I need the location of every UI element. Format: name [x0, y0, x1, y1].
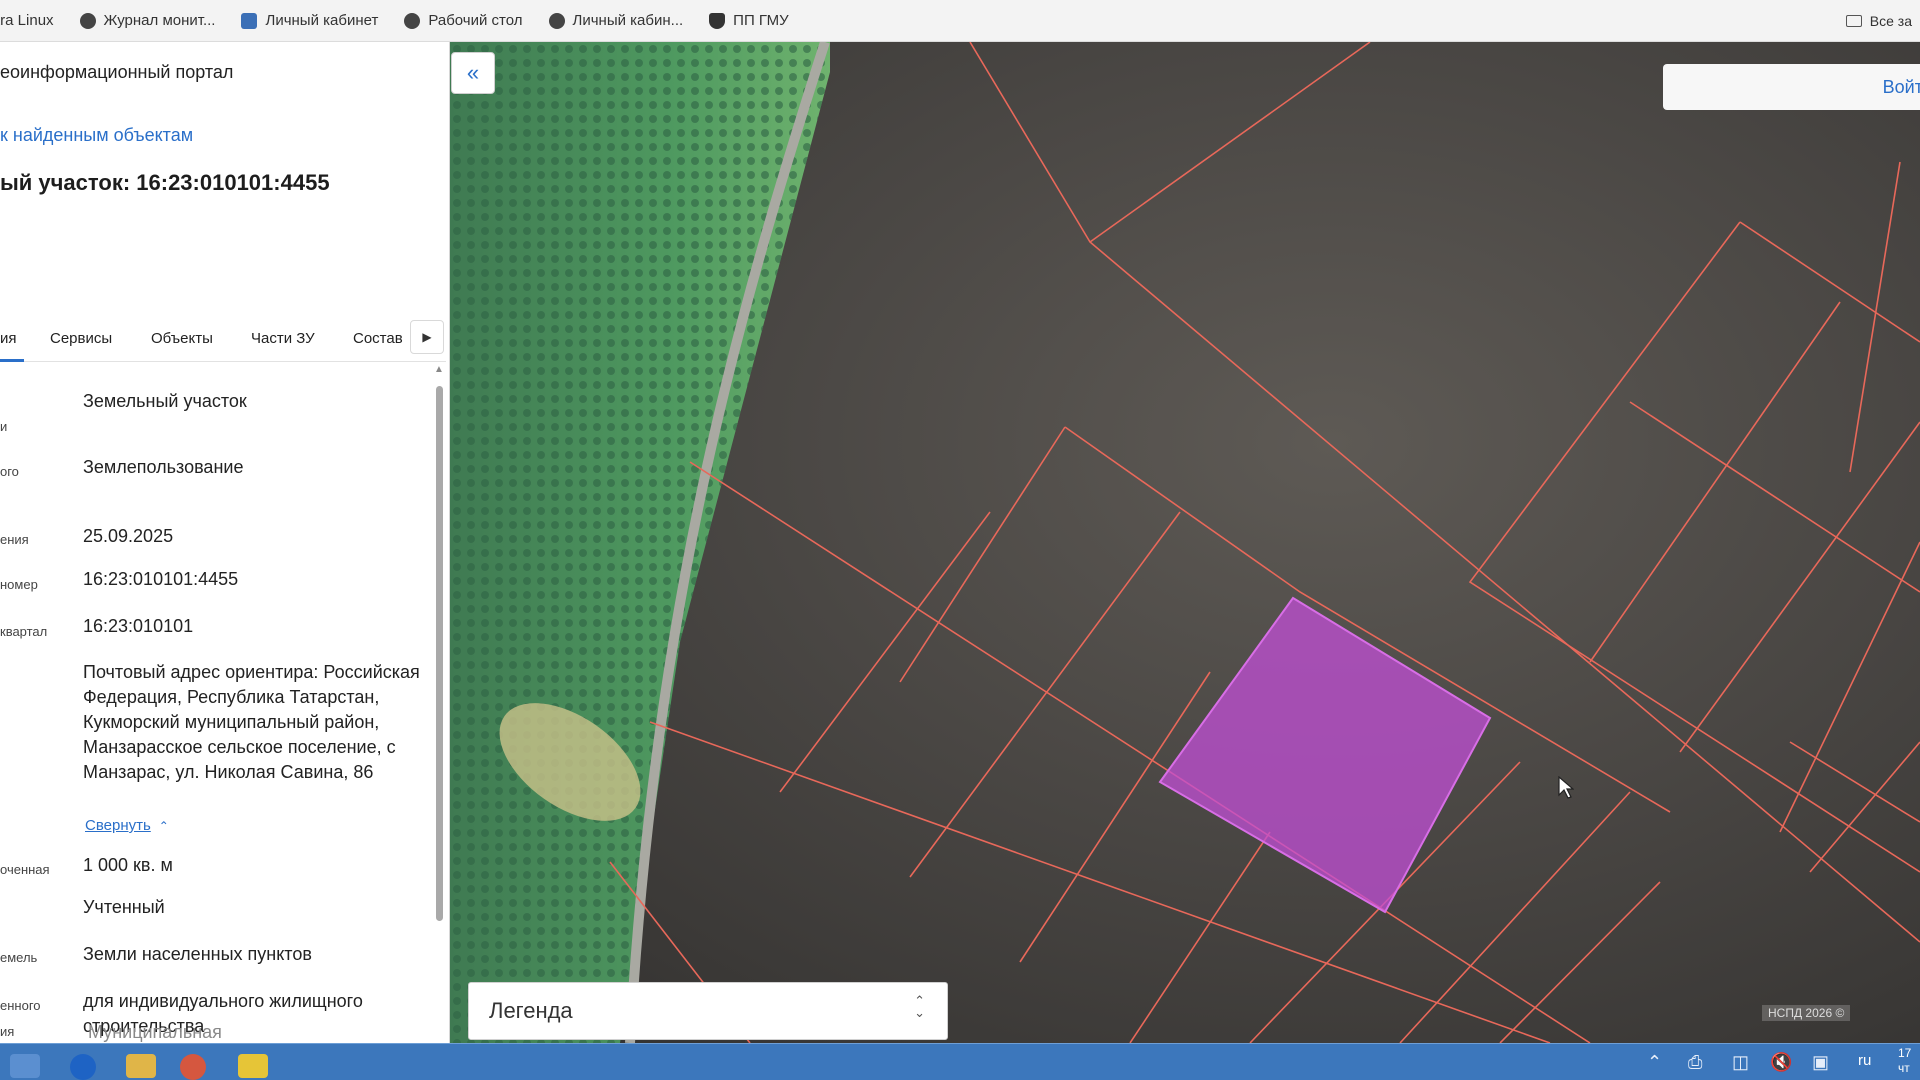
bookmarks-bar: tra Linux Журнал монит... Личный кабинет…: [0, 0, 1920, 42]
back-to-results-link[interactable]: к найденным объектам: [0, 125, 193, 146]
globe-icon: [79, 12, 96, 29]
globe-icon: [548, 12, 565, 29]
bookmark-label: Рабочий стол: [428, 12, 523, 29]
parcel-title: ый участок: 16:23:010101:4455: [0, 170, 330, 195]
property-label: номер: [0, 577, 38, 592]
bookmark-label: Личный кабин...: [572, 12, 684, 29]
up-down-chevron-icon: ⌃ ⌄: [914, 993, 925, 1020]
taskbar: ⌃ ⎙ ◫ 🔇 ▣: [0, 1043, 1920, 1080]
property-label: и: [0, 419, 8, 434]
panel-scrollbar[interactable]: [436, 386, 443, 921]
cadastral-parcels-layer: [609, 42, 1920, 1043]
emblem-icon: [241, 12, 258, 29]
chevron-up-icon[interactable]: ⌃: [1647, 1052, 1662, 1073]
browser-icon[interactable]: [70, 1054, 96, 1080]
bookmark-astra-linux[interactable]: tra Linux: [0, 12, 54, 29]
clock-time: 17: [1898, 1046, 1912, 1060]
bookmark-personal-cabinet[interactable]: Личный кабинет: [241, 12, 378, 29]
cadastral-number-value: 16:23:010101:4455: [83, 569, 239, 589]
property-value: 25.09.2025: [83, 526, 174, 546]
all-bookmarks-label: Все за: [1869, 13, 1912, 29]
property-label: квартал: [0, 624, 48, 639]
info-tabs: ия Сервисы Объекты Части ЗУ Состав ▶: [0, 312, 446, 362]
shield-icon: [709, 12, 726, 29]
bookmark-desktop[interactable]: Рабочий стол: [404, 12, 523, 29]
bookmark-pp-gmu[interactable]: ПП ГМУ: [709, 12, 789, 29]
collapse-panel-button[interactable]: «: [451, 52, 495, 94]
properties-list: и Земельный участок ого Землепользование…: [0, 362, 440, 1042]
property-label: енного: [0, 998, 41, 1013]
clock[interactable]: 17 чт: [1898, 1046, 1911, 1076]
ownership-value: Муниципальная: [88, 1022, 222, 1042]
login-label: Войти: [1882, 76, 1920, 97]
volume-muted-icon[interactable]: 🔇: [1770, 1052, 1792, 1073]
legend-label: Легенда: [489, 998, 573, 1023]
tab-parts[interactable]: Части ЗУ: [251, 330, 315, 347]
property-value: Земельный участок: [83, 391, 247, 411]
collapse-address-link[interactable]: Свернуть ⌃: [85, 817, 169, 834]
property-label: ия: [0, 1024, 15, 1039]
tab-info[interactable]: ия: [0, 330, 17, 347]
bookmark-label: tra Linux: [0, 12, 54, 29]
mouse-cursor-icon: [1558, 776, 1574, 799]
app-icon[interactable]: [180, 1054, 206, 1080]
globe-icon: [404, 12, 421, 29]
tab-services[interactable]: Сервисы: [50, 330, 112, 347]
double-chevron-left-icon: «: [466, 60, 480, 85]
login-button[interactable]: Войти: [1663, 64, 1920, 110]
property-label: ения: [0, 532, 29, 547]
scroll-up-arrow[interactable]: ▲: [434, 364, 444, 375]
legend-dropdown[interactable]: Легенда ⌃ ⌄: [468, 982, 948, 1040]
archive-icon[interactable]: [238, 1054, 268, 1078]
property-label: емель: [0, 950, 38, 965]
tab-objects[interactable]: Объекты: [151, 330, 213, 347]
folder-icon[interactable]: [126, 1054, 156, 1078]
all-bookmarks[interactable]: Все за: [1845, 13, 1912, 29]
status-value: Учтенный: [83, 897, 165, 917]
file-manager-icon[interactable]: [10, 1054, 40, 1078]
chevron-up-icon: ⌃: [158, 819, 169, 833]
folder-icon: [1845, 15, 1862, 27]
network-icon[interactable]: ▣: [1812, 1052, 1829, 1073]
cadastral-block-value: 16:23:010101: [83, 616, 194, 636]
land-category-value: Земли населенных пунктов: [83, 944, 312, 964]
tabs-scroll-right-button[interactable]: ▶: [410, 320, 444, 354]
property-value: Землепользование: [83, 457, 244, 477]
usb-icon[interactable]: ◫: [1732, 1052, 1749, 1073]
bookmark-journal[interactable]: Журнал монит...: [79, 12, 216, 29]
selected-parcel[interactable]: [1158, 596, 1492, 914]
collapse-label: Свернуть: [85, 817, 151, 834]
clock-day: чт: [1898, 1061, 1910, 1075]
printer-icon[interactable]: ⎙: [1688, 1052, 1702, 1073]
property-label: оченная: [0, 862, 50, 877]
bookmark-label: Журнал монит...: [103, 12, 216, 29]
object-info-panel: еоинформационный портал к найденным объе…: [0, 42, 450, 1043]
map-attribution: НСПД 2026 ©: [1762, 1005, 1851, 1021]
portal-title: еоинформационный портал: [0, 62, 234, 82]
address-value: Почтовый адрес ориентира: Российская Фед…: [83, 662, 420, 782]
bookmark-label: ПП ГМУ: [733, 12, 789, 29]
keyboard-layout[interactable]: ru: [1858, 1052, 1871, 1069]
bookmark-personal-cabinet-2[interactable]: Личный кабин...: [548, 12, 684, 29]
area-value: 1 000 кв. м: [83, 855, 173, 875]
bookmark-label: Личный кабинет: [265, 12, 379, 29]
tab-composition[interactable]: Состав: [353, 330, 403, 347]
property-label: ого: [0, 464, 19, 479]
map-view[interactable]: [450, 42, 1920, 1043]
chevron-right-icon: ▶: [422, 330, 432, 344]
